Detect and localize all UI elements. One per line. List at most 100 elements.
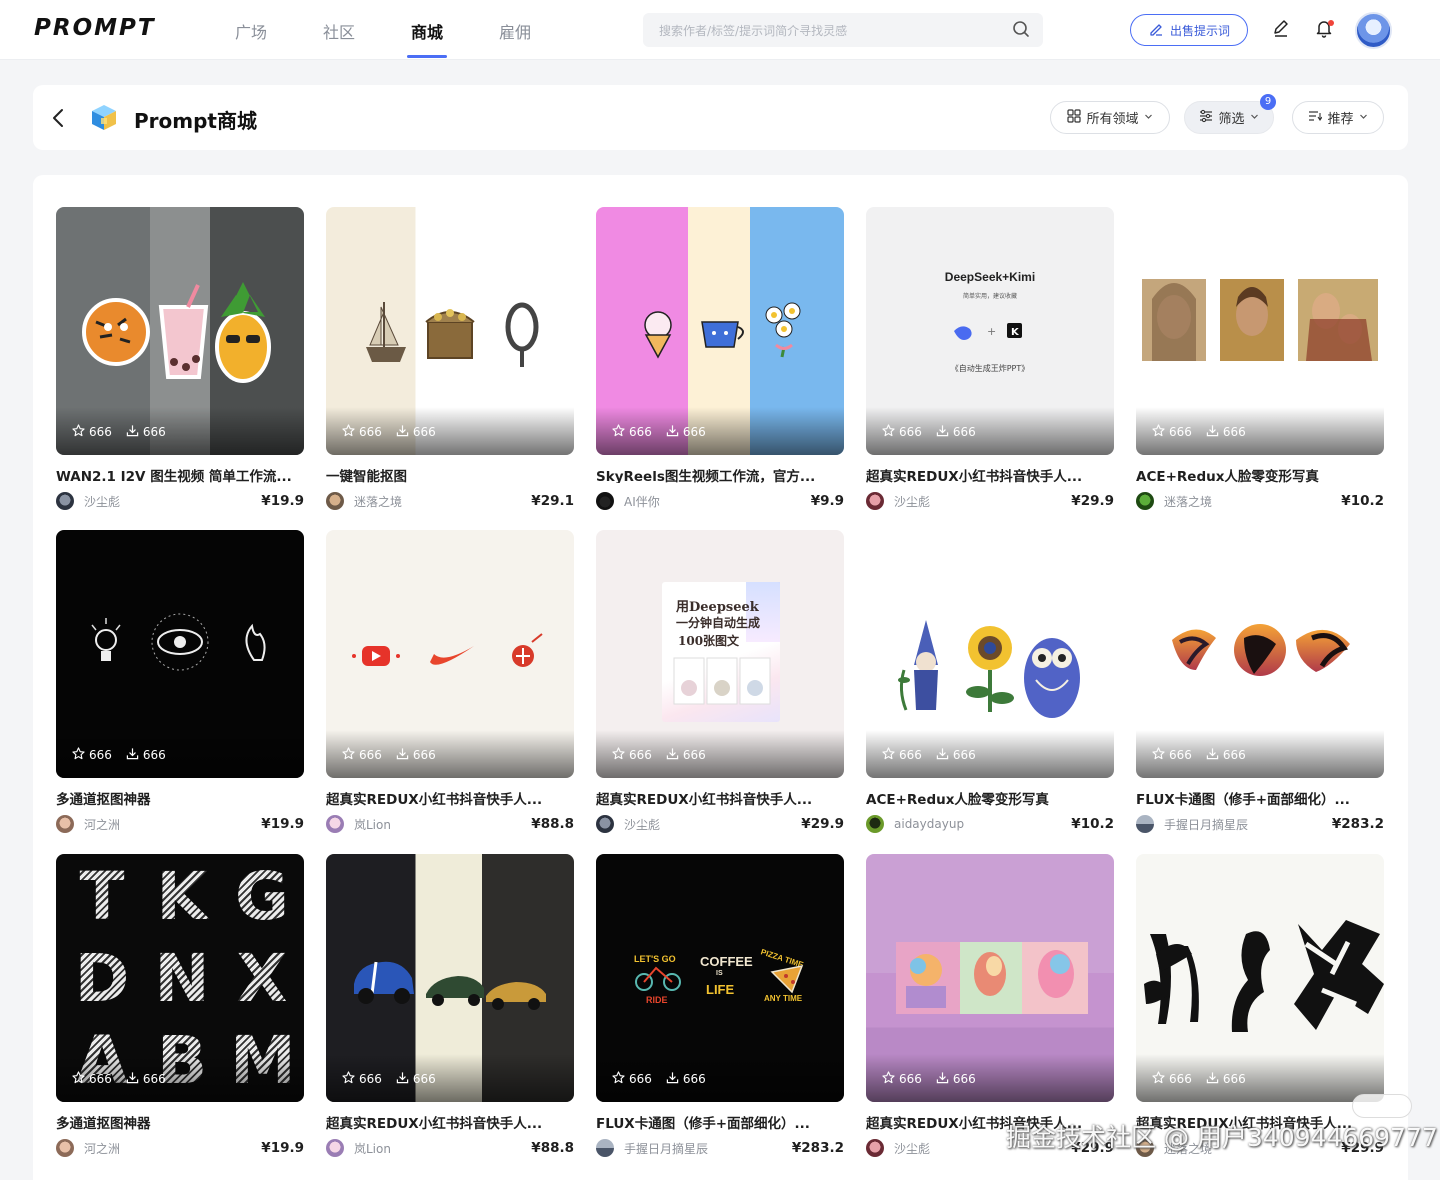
product-title[interactable]: SkyReels图生视频工作流，官方... xyxy=(596,465,844,483)
product-title[interactable]: 一键智能抠图 xyxy=(326,465,574,483)
star-icon[interactable] xyxy=(72,1071,85,1087)
download-icon[interactable] xyxy=(936,424,949,440)
product-card[interactable]: 666 666 超真实REDUX小红书抖音快手人... 迷落之境 ¥29.9 xyxy=(1136,854,1384,1158)
star-icon[interactable] xyxy=(342,424,355,440)
author-name[interactable]: 沙尘彪 xyxy=(894,493,1071,510)
domain-filter-dropdown[interactable]: 所有领域 xyxy=(1050,101,1170,134)
sell-prompt-button[interactable]: 出售提示词 xyxy=(1130,14,1248,46)
product-title[interactable]: ACE+Redux人脸零变形写真 xyxy=(866,788,1114,806)
search-bar[interactable]: 搜索作者/标签/提示词简介寻找灵感 xyxy=(643,13,1043,47)
author-name[interactable]: 手握日月摘星辰 xyxy=(624,1140,792,1157)
author-avatar[interactable] xyxy=(866,492,884,510)
product-card[interactable]: LET'S GO RIDE COFFEE IS LIFE PIZZA TIME … xyxy=(596,854,844,1158)
author-name[interactable]: 迷落之境 xyxy=(1164,493,1341,510)
app-logo[interactable]: PROMPT xyxy=(34,15,156,41)
product-title[interactable]: 多通道抠图神器 xyxy=(56,1112,304,1130)
author-name[interactable]: 手握日月摘星辰 xyxy=(1164,816,1332,833)
tab-community[interactable]: 社区 xyxy=(323,19,355,43)
author-name[interactable]: 河之洲 xyxy=(84,1140,261,1157)
product-thumbnail[interactable]: 666 666 xyxy=(56,530,304,778)
author-avatar[interactable] xyxy=(1136,492,1154,510)
star-icon[interactable] xyxy=(612,1071,625,1087)
star-icon[interactable] xyxy=(72,424,85,440)
product-title[interactable]: FLUX卡通图（修手+面部细化）... xyxy=(1136,788,1384,806)
author-avatar[interactable] xyxy=(866,1139,884,1157)
star-icon[interactable] xyxy=(612,747,625,763)
product-thumbnail[interactable]: DeepSeek+Kimi 简单实用，建议收藏 + K 《自动生成王炸PPT》 … xyxy=(866,207,1114,455)
author-avatar[interactable] xyxy=(866,815,884,833)
star-icon[interactable] xyxy=(612,424,625,440)
author-name[interactable]: 迷落之境 xyxy=(354,493,531,510)
tab-mall[interactable]: 商城 xyxy=(411,19,443,43)
tab-square[interactable]: 广场 xyxy=(235,19,267,43)
download-icon[interactable] xyxy=(1206,1071,1219,1087)
author-avatar[interactable] xyxy=(596,492,614,510)
product-card[interactable]: 666 666 SkyReels图生视频工作流，官方... AI伴你 ¥9.9 xyxy=(596,207,844,511)
product-card[interactable]: 666 666 超真实REDUX小红书抖音快手人... 岚Lion ¥88.8 xyxy=(326,854,574,1158)
product-title[interactable]: 超真实REDUX小红书抖音快手人... xyxy=(326,1112,574,1130)
product-thumbnail[interactable]: LET'S GO RIDE COFFEE IS LIFE PIZZA TIME … xyxy=(596,854,844,1102)
star-icon[interactable] xyxy=(1152,424,1165,440)
star-icon[interactable] xyxy=(882,424,895,440)
product-thumbnail[interactable]: 666 666 xyxy=(326,207,574,455)
download-icon[interactable] xyxy=(396,1071,409,1087)
product-title[interactable]: ACE+Redux人脸零变形写真 xyxy=(1136,465,1384,483)
search-icon[interactable] xyxy=(1011,19,1031,43)
star-icon[interactable] xyxy=(1152,747,1165,763)
product-thumbnail[interactable]: 666 666 xyxy=(1136,854,1384,1102)
star-icon[interactable] xyxy=(342,1071,355,1087)
tab-hire[interactable]: 雇佣 xyxy=(499,19,531,43)
product-card[interactable]: DeepSeek+Kimi 简单实用，建议收藏 + K 《自动生成王炸PPT》 … xyxy=(866,207,1114,511)
download-icon[interactable] xyxy=(126,747,139,763)
pen-icon[interactable] xyxy=(1271,18,1291,42)
product-thumbnail[interactable]: 666 666 xyxy=(326,854,574,1102)
product-card[interactable]: 666 666 WAN2.1 I2V 图生视频 简单工作流... 沙尘彪 ¥19… xyxy=(56,207,304,511)
download-icon[interactable] xyxy=(396,424,409,440)
author-name[interactable]: AI伴你 xyxy=(624,493,811,510)
product-title[interactable]: 超真实REDUX小红书抖音快手人... xyxy=(326,788,574,806)
back-arrow-icon[interactable] xyxy=(51,107,67,133)
product-thumbnail[interactable]: 666 666 xyxy=(1136,207,1384,455)
product-card[interactable]: 用Deepseek 一分钟自动生成 100张图文 666 666 超真实REDU… xyxy=(596,530,844,834)
user-avatar[interactable] xyxy=(1355,12,1392,49)
author-avatar[interactable] xyxy=(596,815,614,833)
sort-dropdown[interactable]: 推荐 xyxy=(1292,101,1384,134)
product-thumbnail[interactable]: 用Deepseek 一分钟自动生成 100张图文 666 666 xyxy=(596,530,844,778)
product-title[interactable]: FLUX卡通图（修手+面部细化）... xyxy=(596,1112,844,1130)
author-avatar[interactable] xyxy=(56,1139,74,1157)
author-name[interactable]: 沙尘彪 xyxy=(624,816,801,833)
product-thumbnail[interactable]: 666 666 xyxy=(1136,530,1384,778)
author-avatar[interactable] xyxy=(596,1139,614,1157)
download-icon[interactable] xyxy=(1206,747,1219,763)
author-avatar[interactable] xyxy=(326,1139,344,1157)
star-icon[interactable] xyxy=(882,747,895,763)
download-icon[interactable] xyxy=(666,424,679,440)
product-card[interactable]: 666 666 ACE+Redux人脸零变形写真 aidaydayup ¥10.… xyxy=(866,530,1114,834)
author-avatar[interactable] xyxy=(326,815,344,833)
author-avatar[interactable] xyxy=(56,492,74,510)
download-icon[interactable] xyxy=(666,1071,679,1087)
author-avatar[interactable] xyxy=(326,492,344,510)
product-card[interactable]: 666 666 多通道抠图神器 河之洲 ¥19.9 xyxy=(56,530,304,834)
product-card[interactable]: 666 666 FLUX卡通图（修手+面部细化）... 手握日月摘星辰 ¥283… xyxy=(1136,530,1384,834)
star-icon[interactable] xyxy=(1152,1071,1165,1087)
product-card[interactable]: TKGDNXABM 666 666 多通道抠图神器 河之洲 ¥19.9 xyxy=(56,854,304,1158)
product-thumbnail[interactable]: 666 666 xyxy=(326,530,574,778)
search-input[interactable]: 搜索作者/标签/提示词简介寻找灵感 xyxy=(659,22,847,39)
product-card[interactable]: 666 666 超真实REDUX小红书抖音快手人... 岚Lion ¥88.8 xyxy=(326,530,574,834)
download-icon[interactable] xyxy=(936,747,949,763)
product-title[interactable]: 超真实REDUX小红书抖音快手人... xyxy=(866,465,1114,483)
download-icon[interactable] xyxy=(126,1071,139,1087)
author-name[interactable]: 岚Lion xyxy=(354,816,531,833)
product-thumbnail[interactable]: 666 666 xyxy=(866,530,1114,778)
product-title[interactable]: 超真实REDUX小红书抖音快手人... xyxy=(596,788,844,806)
product-title[interactable]: 多通道抠图神器 xyxy=(56,788,304,806)
author-avatar[interactable] xyxy=(1136,815,1154,833)
download-icon[interactable] xyxy=(396,747,409,763)
product-thumbnail[interactable]: 666 666 xyxy=(866,854,1114,1102)
author-name[interactable]: 河之洲 xyxy=(84,816,261,833)
product-thumbnail[interactable]: 666 666 xyxy=(596,207,844,455)
product-thumbnail[interactable]: TKGDNXABM 666 666 xyxy=(56,854,304,1102)
product-card[interactable]: 666 666 ACE+Redux人脸零变形写真 迷落之境 ¥10.2 xyxy=(1136,207,1384,511)
author-name[interactable]: 岚Lion xyxy=(354,1140,531,1157)
